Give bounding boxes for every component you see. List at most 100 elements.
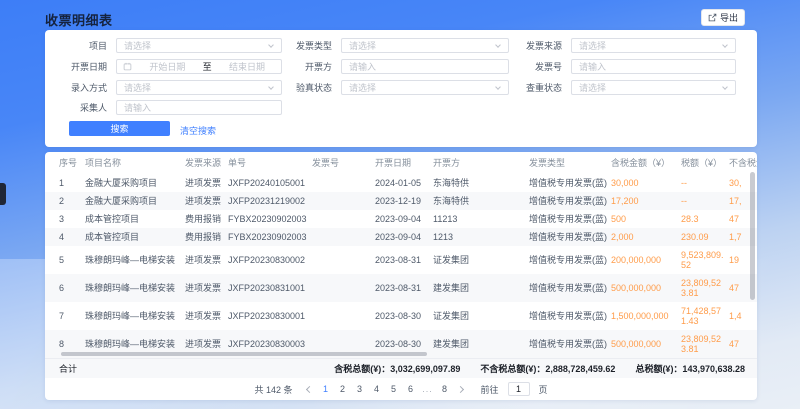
table-cell: 证发集团 bbox=[433, 246, 529, 274]
invoice-no-input[interactable]: 请输入 bbox=[571, 59, 736, 74]
table-cell bbox=[312, 210, 375, 228]
table-cell: 进项发票 bbox=[185, 246, 228, 274]
drawer-handle[interactable] bbox=[0, 183, 6, 205]
table-cell: JXFP20230830001 bbox=[228, 302, 312, 330]
table-cell: 3 bbox=[45, 210, 85, 228]
pagination-page-1[interactable]: 1 bbox=[320, 384, 332, 394]
table-cell: 500 bbox=[611, 210, 681, 228]
table-cell: 30,000 bbox=[611, 174, 681, 192]
table-cell: 23,809,523.81 bbox=[681, 330, 729, 358]
pagination-page-3[interactable]: 3 bbox=[354, 384, 366, 394]
pagination-page-5[interactable]: 5 bbox=[388, 384, 400, 394]
horizontal-scrollbar[interactable] bbox=[61, 352, 427, 356]
next-page-button[interactable] bbox=[456, 383, 468, 395]
table-cell: 47 bbox=[729, 330, 757, 358]
table-header-row: 序号项目名称发票来源单号发票号开票日期开票方发票类型含税金额（¥）税额（¥）不含… bbox=[45, 152, 757, 174]
date-start-placeholder: 开始日期 bbox=[139, 60, 195, 73]
clear-search-link[interactable]: 清空搜索 bbox=[180, 124, 216, 137]
column-header-7: 发票类型 bbox=[529, 152, 611, 174]
goto-page-input[interactable] bbox=[508, 382, 530, 396]
table-cell: 珠穆朗玛峰—电梯安装 bbox=[85, 274, 185, 302]
pagination-page-8[interactable]: 8 bbox=[439, 384, 451, 394]
table-cell: 28.3 bbox=[681, 210, 729, 228]
table-cell: 2023-08-31 bbox=[375, 274, 433, 302]
table-cell: 增值税专用发票(蓝) bbox=[529, 246, 611, 274]
table-cell: 建发集团 bbox=[433, 274, 529, 302]
summary-item: 总税额(¥)：143,970,638.28 bbox=[635, 362, 745, 375]
table-cell: JXFP20240105001 bbox=[228, 174, 312, 192]
calendar-icon bbox=[123, 62, 132, 71]
table-cell: 2 bbox=[45, 192, 85, 210]
invoice-no-placeholder: 请输入 bbox=[579, 60, 606, 73]
chevron-down-icon bbox=[722, 84, 728, 90]
table-cell: 2023-08-30 bbox=[375, 302, 433, 330]
table-cell bbox=[312, 174, 375, 192]
table-viewport: 序号项目名称发票来源单号发票号开票日期开票方发票类型含税金额（¥）税额（¥）不含… bbox=[45, 152, 757, 358]
table-cell: 珠穆朗玛峰—电梯安装 bbox=[85, 246, 185, 274]
table-cell: 金融大厦采购项目 bbox=[85, 192, 185, 210]
chevron-right-icon bbox=[456, 385, 463, 392]
invoice-type-placeholder: 请选择 bbox=[349, 39, 376, 52]
table-body: 1金融大厦采购项目进项发票JXFP202401050012024-01-05东海… bbox=[45, 174, 757, 358]
table-cell bbox=[312, 228, 375, 246]
dup-check-placeholder: 请选择 bbox=[579, 81, 606, 94]
collector-placeholder: 请输入 bbox=[124, 101, 151, 114]
table-cell: 费用报销 bbox=[185, 228, 228, 246]
pagination-bar: 共 142 条 123456... 8 前往 页 bbox=[45, 378, 757, 400]
column-header-2: 发票来源 bbox=[185, 152, 228, 174]
goto-label: 前往 bbox=[481, 383, 499, 396]
export-button[interactable]: 导出 bbox=[701, 9, 745, 26]
table-cell bbox=[312, 246, 375, 274]
table-cell: 1,4 bbox=[729, 302, 757, 330]
table-row: 7珠穆朗玛峰—电梯安装进项发票JXFP202308300012023-08-30… bbox=[45, 302, 757, 330]
invoice-table-panel: 序号项目名称发票来源单号发票号开票日期开票方发票类型含税金额（¥）税额（¥）不含… bbox=[45, 152, 757, 400]
table-cell: 500,000,000 bbox=[611, 274, 681, 302]
summary-label: 合计 bbox=[59, 362, 77, 375]
table-cell: 200,000,000 bbox=[611, 246, 681, 274]
table-cell: JXFP20231219002 bbox=[228, 192, 312, 210]
table-cell: 建发集团 bbox=[433, 330, 529, 358]
pagination-page-4[interactable]: 4 bbox=[371, 384, 383, 394]
column-header-6: 开票方 bbox=[433, 152, 529, 174]
dup-check-status-label: 查重状态 bbox=[475, 81, 562, 94]
table-cell: 4 bbox=[45, 228, 85, 246]
table-row: 5珠穆朗玛峰—电梯安装进项发票JXFP202308300022023-08-31… bbox=[45, 246, 757, 274]
collector-input[interactable]: 请输入 bbox=[116, 100, 282, 115]
table-cell: 2024-01-05 bbox=[375, 174, 433, 192]
chevron-down-icon bbox=[722, 42, 728, 48]
search-button[interactable]: 搜索 bbox=[69, 121, 170, 136]
pagination-total: 共 142 条 bbox=[254, 383, 292, 396]
invoice-source-placeholder: 请选择 bbox=[579, 39, 606, 52]
table-cell: FYBX20230902003 bbox=[228, 210, 312, 228]
table-row: 4成本管控项目费用报销FYBX202309020032023-09-041213… bbox=[45, 228, 757, 246]
invoice-no-label: 发票号 bbox=[475, 60, 562, 73]
project-placeholder: 请选择 bbox=[124, 39, 151, 52]
table-cell: 进项发票 bbox=[185, 274, 228, 302]
table-cell: FYBX20230902003 bbox=[228, 228, 312, 246]
pagination-page-6[interactable]: 6 bbox=[405, 384, 417, 394]
page-unit-label: 页 bbox=[539, 383, 548, 396]
invoice-source-select[interactable]: 请选择 bbox=[571, 38, 736, 53]
vertical-scrollbar[interactable] bbox=[750, 172, 755, 300]
table-cell: 71,428,571.43 bbox=[681, 302, 729, 330]
table-cell: 2023-09-04 bbox=[375, 228, 433, 246]
table-cell: 1213 bbox=[433, 228, 529, 246]
table-row: 6珠穆朗玛峰—电梯安装进项发票JXFP202308310012023-08-31… bbox=[45, 274, 757, 302]
table-cell bbox=[312, 274, 375, 302]
column-header-0: 序号 bbox=[45, 152, 85, 174]
summary-row: 合计 含税总额(¥)：3,032,699,097.89不含税总额(¥)：2,88… bbox=[45, 358, 757, 378]
table-cell: 增值税专用发票(蓝) bbox=[529, 228, 611, 246]
column-header-8: 含税金额（¥） bbox=[611, 152, 681, 174]
table-cell: 珠穆朗玛峰—电梯安装 bbox=[85, 302, 185, 330]
pagination-page-2[interactable]: 2 bbox=[337, 384, 349, 394]
prev-page-button[interactable] bbox=[303, 383, 315, 395]
table-cell: 2023-12-19 bbox=[375, 192, 433, 210]
verify-status-label: 验真状态 bbox=[245, 81, 332, 94]
table-row: 2金融大厦采购项目进项发票JXFP202312190022023-12-19东海… bbox=[45, 192, 757, 210]
dup-check-status-select[interactable]: 请选择 bbox=[571, 80, 736, 95]
table-cell: 费用报销 bbox=[185, 210, 228, 228]
table-cell: -- bbox=[681, 192, 729, 210]
pagination-ellipsis[interactable]: ... bbox=[422, 384, 434, 394]
issuer-label: 开票方 bbox=[245, 60, 332, 73]
invoice-source-label: 发票来源 bbox=[475, 39, 562, 52]
